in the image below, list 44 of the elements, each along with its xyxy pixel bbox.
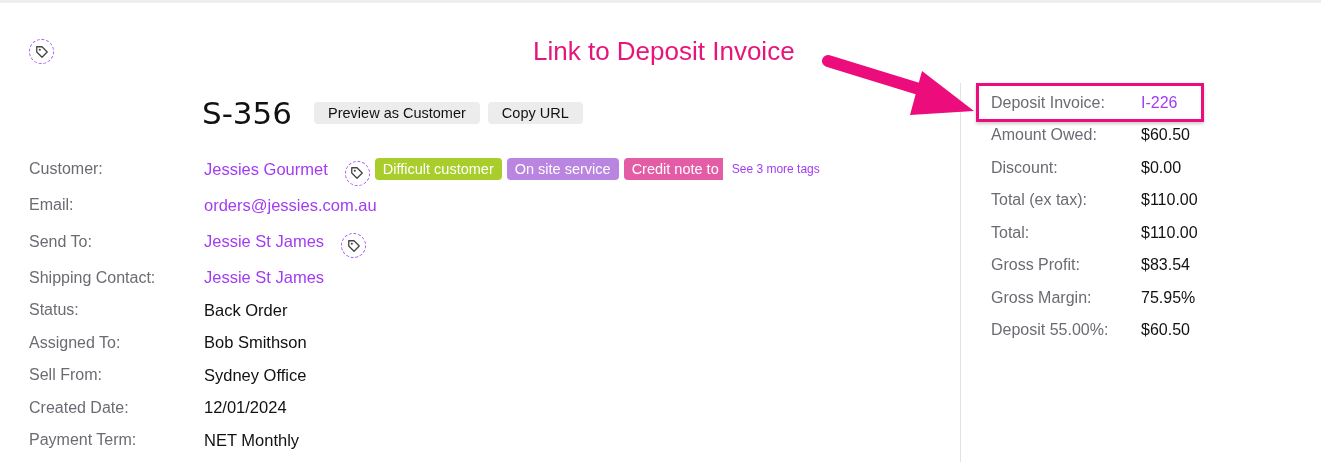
field-label: Email:: [29, 196, 75, 215]
tag-icon: [350, 166, 365, 180]
field-value: Bob Smithson: [204, 333, 307, 353]
field-value: 12/01/2024: [204, 398, 287, 418]
tag-icon: [34, 44, 49, 59]
field-link[interactable]: Jessie St James: [204, 268, 325, 288]
more-tags-link[interactable]: See 3 more tags: [731, 162, 820, 176]
tag-chip[interactable]: Credit note to: [623, 158, 723, 180]
summary-label: Deposit 55.00%:: [991, 321, 1110, 340]
field-label: Created Date:: [29, 398, 130, 417]
field-label: Send To:: [29, 232, 93, 251]
summary-value: $83.54: [1141, 256, 1190, 275]
field-label: Assigned To:: [29, 333, 122, 352]
summary-label: Total (ex tax):: [991, 191, 1089, 210]
header-button[interactable]: Copy URL: [487, 102, 583, 124]
header-button[interactable]: Preview as Customer: [314, 102, 480, 124]
field-label: Shipping Contact:: [29, 268, 157, 287]
field-label: Customer:: [29, 160, 104, 178]
invoice-link[interactable]: I-226: [1141, 93, 1178, 112]
summary-label: Total:: [991, 223, 1031, 242]
summary-label: Gross Margin:: [991, 288, 1093, 307]
field-label: Payment Term:: [29, 431, 138, 450]
field-value: NET Monthly: [204, 430, 300, 450]
summary-label: Gross Profit:: [991, 256, 1081, 275]
order-number: S-356: [202, 95, 293, 131]
summary-value: $60.50: [1141, 321, 1190, 340]
field-link[interactable]: orders@jessies.com.au: [204, 195, 377, 215]
field-label: Status:: [29, 301, 80, 320]
field-link[interactable]: Jessie St James: [204, 232, 325, 251]
summary-label: Discount:: [991, 158, 1059, 177]
summary-value: $60.50: [1141, 126, 1190, 145]
summary-label: Amount Owed:: [991, 126, 1098, 145]
summary-value: 75.95%: [1141, 288, 1196, 307]
field-value: Back Order: [204, 300, 288, 320]
summary-value: $110.00: [1141, 191, 1198, 210]
summary-value: $0.00: [1141, 158, 1182, 177]
field-value: Sydney Office: [204, 365, 307, 385]
tag-icon: [346, 238, 361, 253]
tag-chip[interactable]: On site service: [506, 158, 619, 180]
summary-value: $110.00: [1141, 223, 1198, 242]
annotation-text: Link to Deposit Invoice: [533, 36, 795, 67]
field-label: Sell From:: [29, 366, 103, 385]
field-link[interactable]: Jessies Gourmet: [204, 159, 328, 179]
summary-label: Deposit Invoice:: [991, 93, 1106, 112]
